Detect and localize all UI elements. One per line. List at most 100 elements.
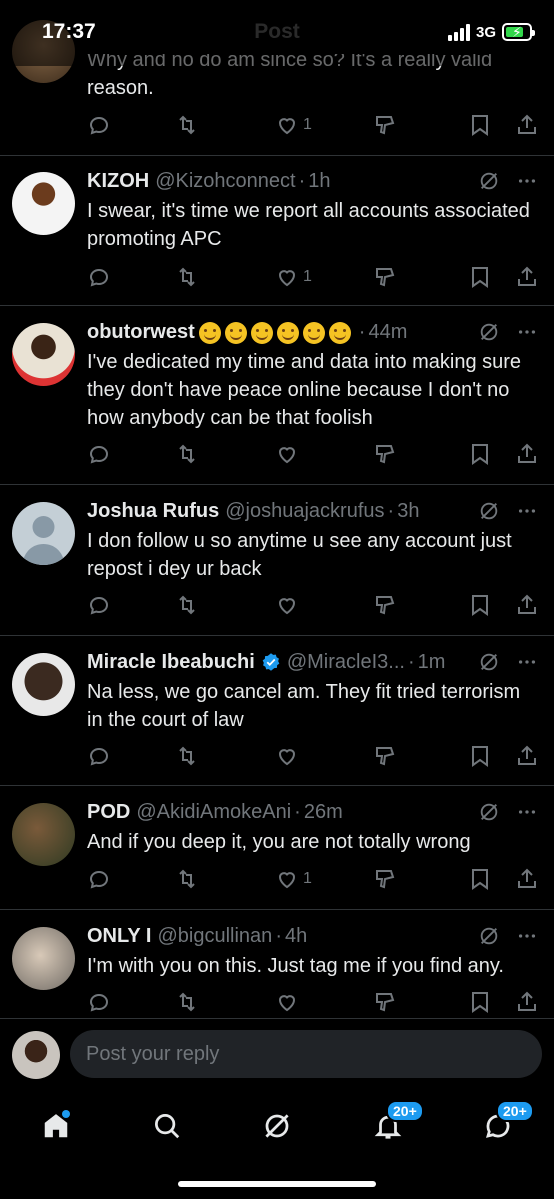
smile-emoji-icon (250, 322, 273, 344)
repost-button[interactable] (175, 867, 199, 891)
reply-button[interactable] (87, 744, 111, 768)
avatar[interactable] (12, 927, 75, 990)
tweet-text: I've dedicated my time and data into mak… (87, 351, 522, 429)
reply-button[interactable] (87, 113, 111, 137)
smile-emoji-icon (302, 322, 325, 344)
bookmark-button[interactable] (469, 442, 491, 466)
bookmark-button[interactable] (469, 265, 491, 289)
dislike-button[interactable] (373, 442, 397, 466)
like-button[interactable] (275, 442, 303, 466)
author-name[interactable]: POD (87, 801, 130, 824)
tweet-text: Na less, we go cancel am. They fit tried… (87, 681, 521, 731)
grok-icon[interactable] (478, 500, 500, 522)
like-button[interactable] (275, 990, 303, 1014)
share-button[interactable] (515, 867, 539, 891)
author-handle[interactable]: @Kizohconnect (155, 170, 295, 193)
like-button[interactable]: 1 (275, 113, 312, 137)
dislike-button[interactable] (373, 867, 397, 891)
avatar[interactable] (12, 653, 75, 716)
reply-input[interactable]: Post your reply (70, 1030, 542, 1078)
network-type: 3G (475, 23, 496, 41)
tab-notifications[interactable]: 20+ (368, 1100, 424, 1146)
home-indicator (178, 1181, 376, 1187)
author-handle[interactable]: @joshuajackrufus (225, 500, 384, 523)
author-handle[interactable]: @MiracleI3... (287, 651, 405, 674)
bookmark-button[interactable] (469, 867, 491, 891)
bookmark-button[interactable] (469, 744, 491, 768)
tweet[interactable]: POD @AkidiAmokeAni · 26m And if you deep… (0, 786, 554, 910)
repost-button[interactable] (175, 990, 199, 1014)
tweet[interactable]: Miracle Ibeabuchi @MiracleI3... · 1m Na … (0, 636, 554, 786)
heart-icon (278, 118, 296, 135)
like-button[interactable] (275, 593, 303, 617)
bookmark-icon (472, 595, 488, 616)
more-options-icon[interactable] (516, 925, 538, 947)
more-options-icon[interactable] (516, 170, 538, 192)
tweet[interactable]: Joshua Rufus @joshuajackrufus · 3h I don… (0, 485, 554, 636)
more-options-icon[interactable] (516, 801, 538, 823)
dislike-button[interactable] (373, 593, 397, 617)
dislike-button[interactable] (373, 990, 397, 1014)
my-avatar[interactable] (12, 1031, 60, 1079)
like-button[interactable] (275, 744, 303, 768)
author-handle[interactable]: @AkidiAmokeAni (136, 801, 291, 824)
post-time: 3h (397, 499, 420, 522)
author-name[interactable]: Miracle Ibeabuchi (87, 651, 255, 674)
repost-button[interactable] (175, 442, 199, 466)
avatar[interactable] (12, 803, 75, 866)
grok-icon[interactable] (478, 801, 500, 823)
reply-icon (89, 116, 109, 135)
more-options-icon[interactable] (516, 651, 538, 673)
heart-icon (278, 598, 296, 615)
author-handle[interactable]: @bigcullinan (157, 925, 272, 948)
default-avatar[interactable] (12, 502, 75, 565)
grok-icon[interactable] (478, 170, 500, 192)
grok-icon[interactable] (478, 925, 500, 947)
grok-icon[interactable] (478, 321, 500, 343)
reply-button[interactable] (87, 265, 111, 289)
repost-button[interactable] (175, 744, 199, 768)
share-button[interactable] (515, 593, 539, 617)
author-name[interactable]: Joshua Rufus (87, 500, 219, 523)
share-icon (518, 266, 536, 286)
tab-home[interactable] (36, 1106, 76, 1146)
tab-grok[interactable] (257, 1106, 297, 1146)
reply-button[interactable] (87, 593, 111, 617)
repost-button[interactable] (175, 113, 199, 137)
like-button[interactable]: 1 (275, 867, 312, 891)
share-button[interactable] (515, 113, 539, 137)
dislike-button[interactable] (373, 265, 397, 289)
share-button[interactable] (515, 442, 539, 466)
avatar[interactable] (12, 172, 75, 235)
dislike-button[interactable] (373, 744, 397, 768)
share-button[interactable] (515, 265, 539, 289)
reply-button[interactable] (87, 867, 111, 891)
grok-icon[interactable] (478, 651, 500, 673)
thumbs-down-icon (376, 116, 395, 135)
tweet[interactable]: ONLY I @bigcullinan · 4h I'm with you on… (0, 910, 554, 1018)
more-options-icon[interactable] (516, 321, 538, 343)
like-button[interactable]: 1 (275, 265, 312, 289)
share-button[interactable] (515, 744, 539, 768)
bookmark-button[interactable] (469, 990, 491, 1014)
bookmark-button[interactable] (469, 593, 491, 617)
dislike-button[interactable] (373, 113, 397, 137)
tab-messages[interactable]: 20+ (478, 1100, 534, 1146)
more-options-icon[interactable] (516, 500, 538, 522)
author-name[interactable]: KIZOH (87, 170, 149, 193)
tab-search[interactable] (147, 1106, 187, 1146)
tweet[interactable]: KIZOH @Kizohconnect · 1h I swear, it's t… (0, 156, 554, 306)
share-button[interactable] (515, 990, 539, 1014)
author-name[interactable]: obutorwest (87, 321, 195, 344)
reply-button[interactable] (87, 442, 111, 466)
avatar[interactable] (12, 323, 75, 386)
repost-button[interactable] (175, 593, 199, 617)
emoji-row (195, 318, 351, 346)
share-icon (518, 745, 536, 765)
repost-button[interactable] (175, 265, 199, 289)
tweet[interactable]: obutorwest · 44m I've dedicated my time … (0, 306, 554, 485)
reply-button[interactable] (87, 990, 111, 1014)
author-name[interactable]: ONLY I (87, 925, 151, 948)
tweet-actions (87, 441, 538, 467)
bookmark-button[interactable] (469, 113, 491, 137)
